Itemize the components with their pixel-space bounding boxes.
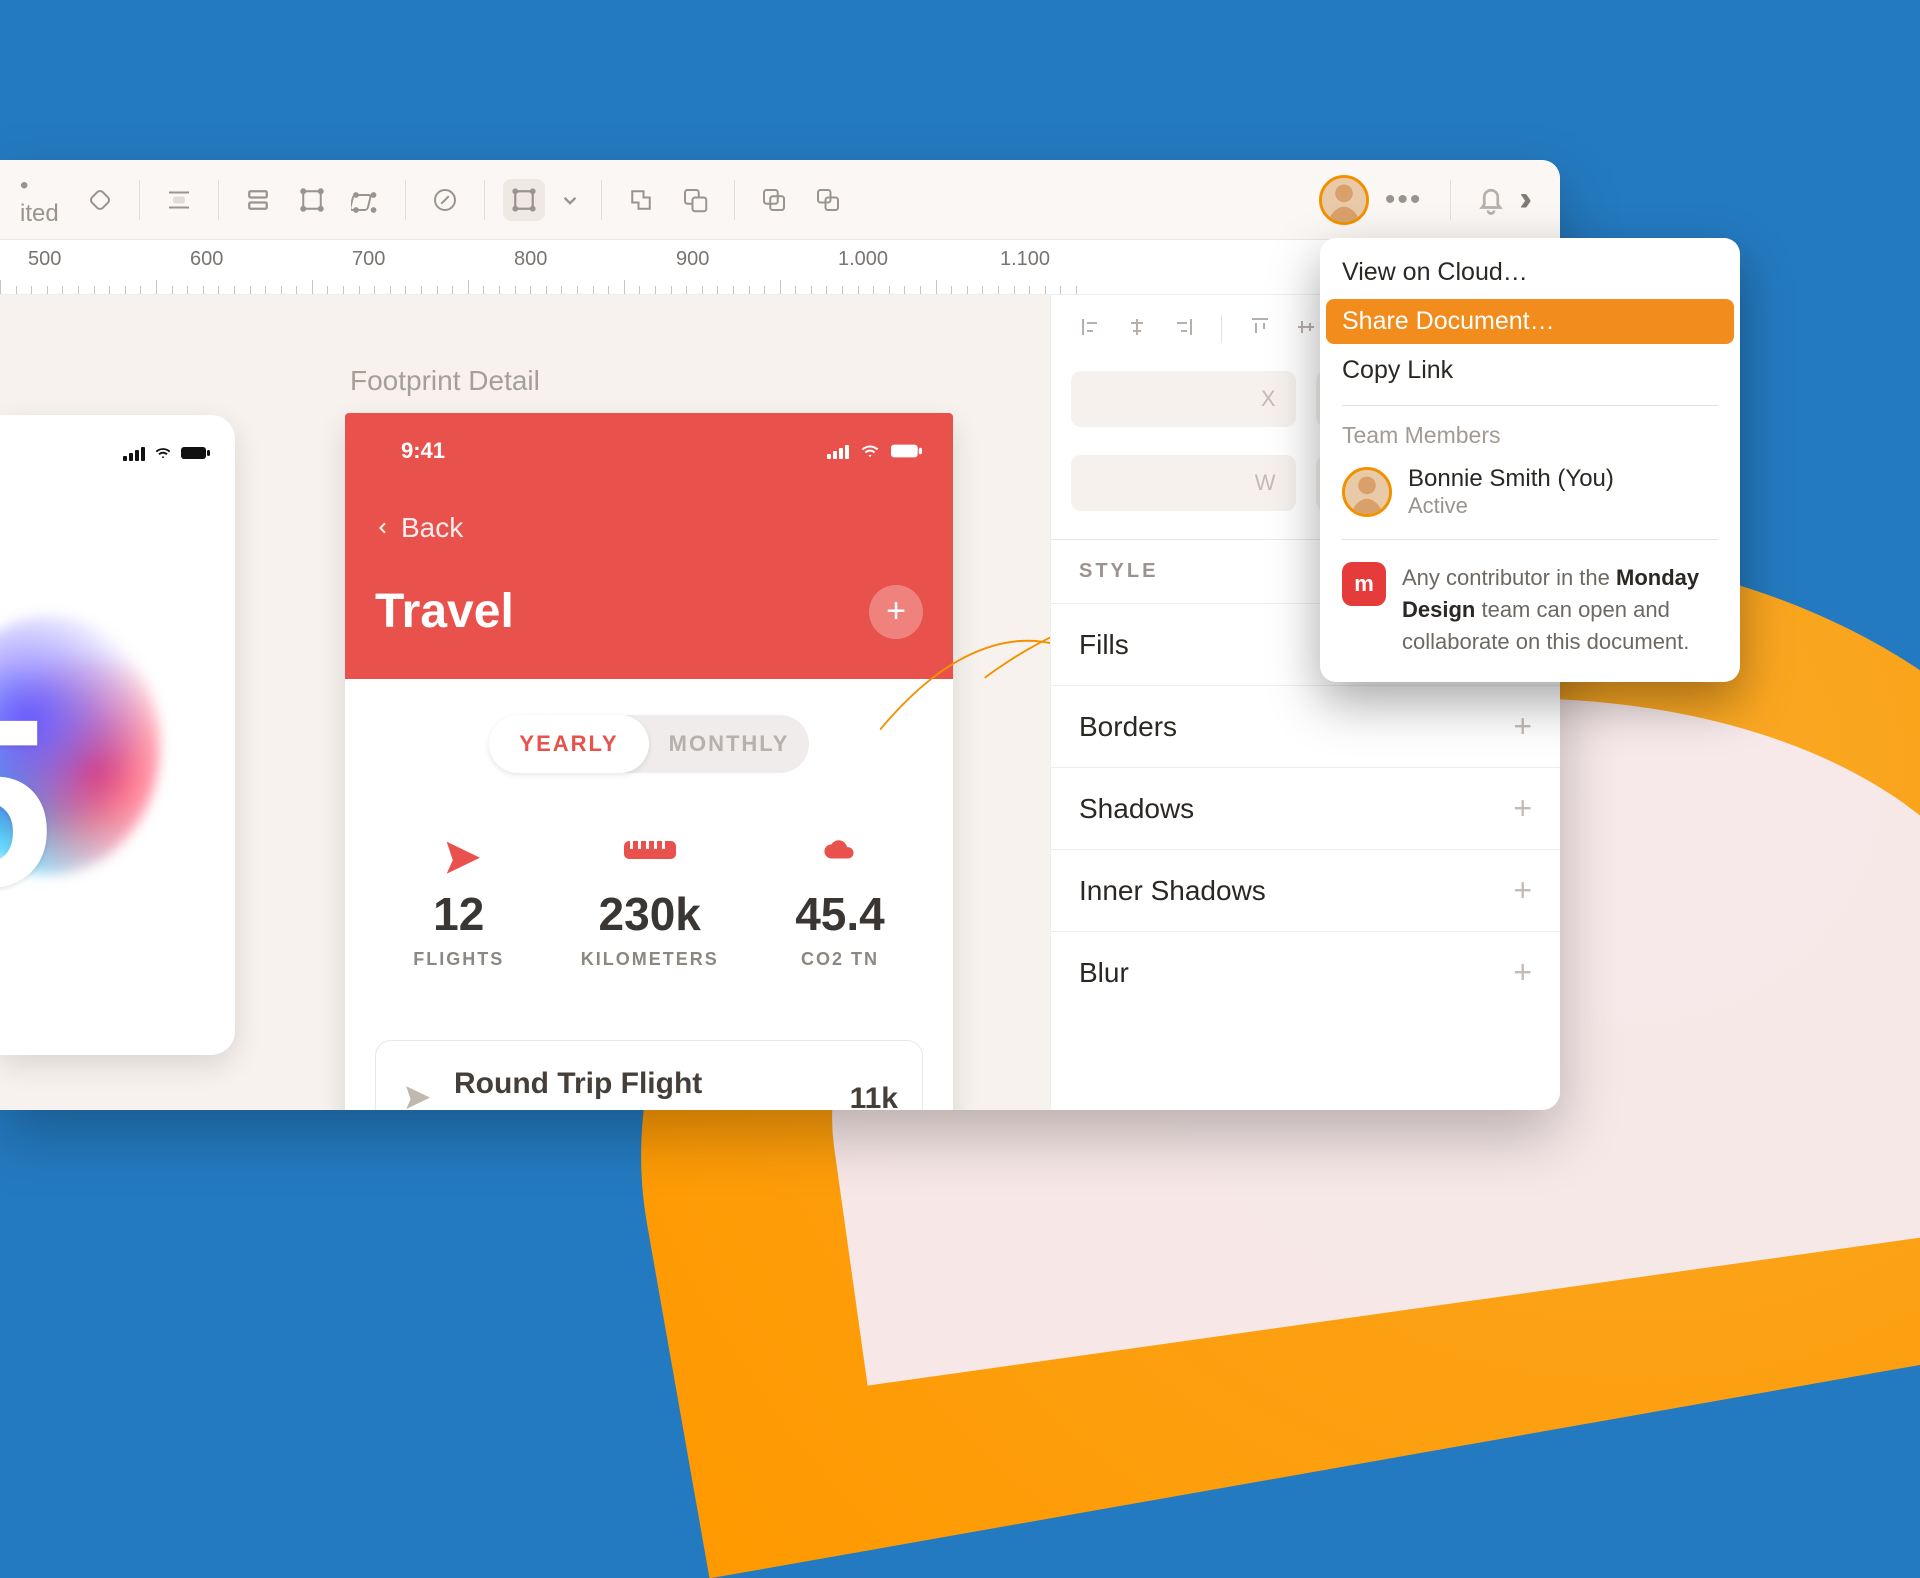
trip-card[interactable]: Round Trip Flight 19 Nov19 Nov 11k: [375, 1040, 923, 1110]
wifi-icon: [153, 445, 173, 466]
borders-row[interactable]: Borders+: [1051, 685, 1560, 767]
segment-yearly[interactable]: YEARLY: [489, 715, 649, 773]
artboard-phone[interactable]: 9:41 Back Travel +: [345, 413, 953, 1110]
chevron-left-icon: [375, 516, 391, 540]
bool-difference-icon[interactable]: [807, 179, 849, 221]
ruler-icon: [581, 833, 719, 873]
status-time: 9:41: [401, 438, 445, 464]
align-right-icon[interactable]: [1171, 315, 1195, 339]
menu-share-document[interactable]: Share Document…: [1326, 299, 1734, 344]
signal-icon: [827, 443, 849, 459]
plane-icon: [413, 833, 504, 873]
add-border-icon[interactable]: +: [1513, 708, 1532, 745]
share-menu-trigger-icon[interactable]: •••: [1379, 183, 1429, 217]
blur-row[interactable]: Blur+: [1051, 931, 1560, 1013]
add-blur-icon[interactable]: +: [1513, 954, 1532, 991]
menu-view-on-cloud[interactable]: View on Cloud…: [1320, 248, 1740, 297]
transform-icon[interactable]: [345, 179, 387, 221]
peek-digit: 5: [0, 665, 53, 941]
align-hcenter-icon[interactable]: [1125, 315, 1149, 339]
plane-small-icon: [400, 1080, 430, 1110]
battery-icon: [181, 445, 211, 466]
wifi-icon: [859, 442, 881, 460]
segment-monthly[interactable]: MONTHLY: [649, 731, 809, 757]
menu-copy-link[interactable]: Copy Link: [1320, 346, 1740, 395]
back-button[interactable]: Back: [375, 512, 923, 544]
bool-intersect-icon[interactable]: [753, 179, 795, 221]
align-vcenter-icon[interactable]: [1294, 315, 1318, 339]
team-badge-icon: m: [1342, 562, 1386, 606]
member-avatar: [1342, 467, 1392, 517]
share-menu: View on Cloud… Share Document… Copy Link…: [1320, 238, 1740, 682]
notifications-icon[interactable]: [1473, 182, 1509, 218]
segment-control[interactable]: YEARLY MONTHLY: [489, 715, 809, 773]
group-resize-icon[interactable]: [291, 179, 333, 221]
align-stack-icon[interactable]: [237, 179, 279, 221]
team-members-header: Team Members: [1320, 416, 1740, 455]
artboard-peek[interactable]: 5: [0, 415, 235, 1055]
toolbar-truncated-text: •ited: [20, 172, 59, 228]
screen-title: Travel: [375, 584, 514, 639]
toolbar-overflow-icon[interactable]: ››: [1519, 180, 1540, 219]
bool-union-icon[interactable]: [620, 179, 662, 221]
align-left-icon[interactable]: [1079, 315, 1103, 339]
shape-diamond-icon[interactable]: [79, 179, 121, 221]
stat-co2: 45.4 CO2 TN: [795, 833, 885, 970]
signal-icon: [123, 445, 145, 461]
size-w-field[interactable]: W: [1071, 455, 1296, 511]
phone-header: 9:41 Back Travel +: [345, 413, 953, 679]
symbol-dropdown-chevron-icon[interactable]: [557, 179, 583, 221]
align-top-icon[interactable]: [1248, 315, 1272, 339]
add-shadow-icon[interactable]: +: [1513, 790, 1532, 827]
cloud-icon: [795, 833, 885, 873]
create-symbol-icon[interactable]: [503, 179, 545, 221]
inner-shadows-row[interactable]: Inner Shadows+: [1051, 849, 1560, 931]
stat-kilometers: 230k KILOMETERS: [581, 833, 719, 970]
canvas[interactable]: 5 Footprint Detail 9:41 Back: [0, 295, 1050, 1110]
bool-subtract-icon[interactable]: [674, 179, 716, 221]
shadows-row[interactable]: Shadows+: [1051, 767, 1560, 849]
position-x-field[interactable]: X: [1071, 371, 1296, 427]
team-access-note: m Any contributor in the Monday Design t…: [1320, 550, 1740, 662]
toolbar: •ited ••• ››: [0, 160, 1560, 240]
battery-icon: [891, 443, 923, 459]
stat-flights: 12 FLIGHTS: [413, 833, 504, 970]
add-inner-shadow-icon[interactable]: +: [1513, 872, 1532, 909]
artboard-label[interactable]: Footprint Detail: [350, 365, 540, 397]
add-button[interactable]: +: [869, 585, 923, 639]
current-user-avatar[interactable]: [1319, 175, 1369, 225]
edit-pencil-icon[interactable]: [424, 179, 466, 221]
distribute-vertical-icon[interactable]: [158, 179, 200, 221]
team-member-row[interactable]: Bonnie Smith (You) Active: [1320, 455, 1740, 529]
